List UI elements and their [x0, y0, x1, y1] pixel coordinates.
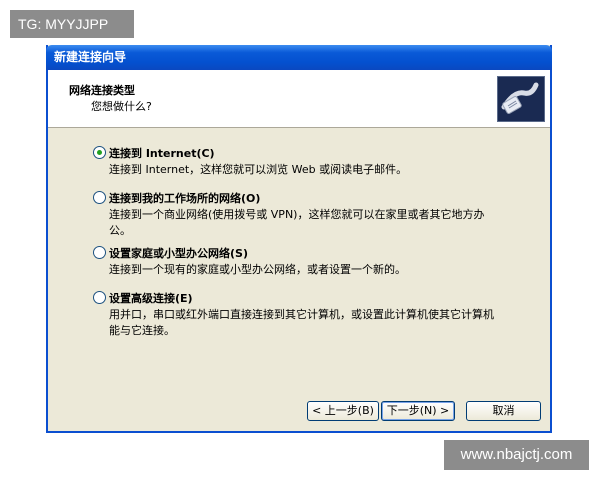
- header-subtitle: 您想做什么?: [91, 100, 152, 113]
- radio-connect-workplace[interactable]: [93, 191, 106, 204]
- header-title: 网络连接类型: [69, 84, 135, 97]
- wizard-header: 网络连接类型 您想做什么?: [48, 70, 550, 128]
- option-label: 设置家庭或小型办公网络(S): [109, 247, 248, 260]
- option-label: 连接到我的工作场所的网络(O): [109, 192, 261, 205]
- radio-advanced-connection[interactable]: [93, 291, 106, 304]
- radio-connect-internet[interactable]: [93, 146, 106, 159]
- watermark-top-left: TG: MYYJJPP: [10, 10, 134, 38]
- option-description: 用并口，串口或红外端口直接连接到其它计算机，或设置此计算机使其它计算机能与它连接…: [109, 308, 494, 337]
- option-description: 连接到 Internet，这样您就可以浏览 Web 或阅读电子邮件。: [109, 163, 408, 176]
- new-connection-wizard-window: 新建连接向导 网络连接类型 您想做什么? 连接到 Internet(C) 连接到…: [46, 45, 552, 433]
- watermark-bottom-right: www.nbajctj.com: [444, 440, 589, 470]
- cancel-button[interactable]: 取消: [466, 401, 541, 421]
- option-description: 连接到一个现有的家庭或小型办公网络，或者设置一个新的。: [109, 263, 406, 276]
- option-label: 连接到 Internet(C): [109, 147, 215, 160]
- network-cable-icon: [497, 76, 545, 122]
- option-description: 连接到一个商业网络(使用拨号或 VPN)，这样您就可以在家里或者其它地方办公。: [109, 208, 485, 237]
- window-title[interactable]: 新建连接向导: [46, 45, 552, 70]
- radio-home-office-network[interactable]: [93, 246, 106, 259]
- back-button[interactable]: < 上一步(B): [307, 401, 379, 421]
- option-label: 设置高级连接(E): [109, 292, 193, 305]
- next-button[interactable]: 下一步(N) >: [381, 401, 455, 421]
